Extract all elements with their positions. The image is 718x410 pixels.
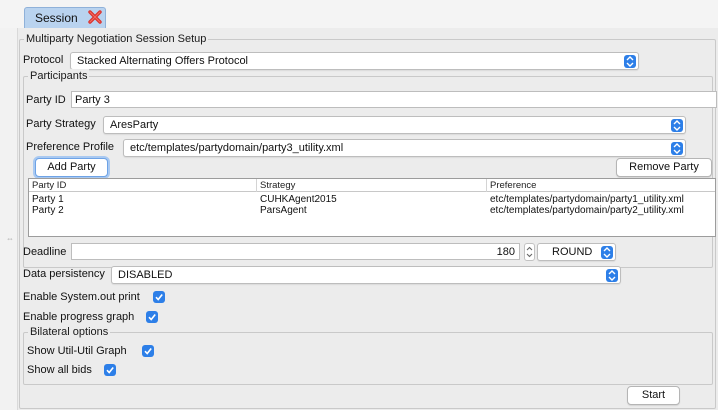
add-party-button[interactable]: Add Party <box>35 158 108 177</box>
protocol-select[interactable]: Stacked Alternating Offers Protocol <box>70 52 639 70</box>
preference-profile-label: Preference Profile <box>26 141 115 153</box>
deadline-input[interactable]: 180 <box>71 243 520 260</box>
system-out-checkbox[interactable] <box>153 291 165 303</box>
party-strategy-label: Party Strategy <box>26 118 96 130</box>
participants-title: Participants <box>28 69 90 83</box>
cell-preference: etc/templates/partydomain/party1_utility… <box>490 194 684 205</box>
party-id-label: Party ID <box>26 94 66 106</box>
checkmark-icon <box>148 314 156 321</box>
column-header-strategy[interactable]: Strategy <box>257 179 487 192</box>
cell-strategy: ParsAgent <box>260 205 307 216</box>
bilateral-options-group: Bilateral options <box>23 325 713 385</box>
party-id-input[interactable]: Party 3 <box>71 91 717 108</box>
table-row[interactable]: Party 1 CUHKAgent2015 etc/templates/part… <box>29 194 715 205</box>
protocol-label: Protocol <box>23 54 64 66</box>
remove-party-button[interactable]: Remove Party <box>616 158 712 177</box>
util-graph-checkbox[interactable] <box>142 345 154 357</box>
bilateral-options-title: Bilateral options <box>28 325 111 339</box>
deadline-unit-value: ROUND <box>552 246 593 258</box>
util-graph-label: Show Util-Util Graph <box>27 345 127 357</box>
cell-preference: etc/templates/partydomain/party2_utility… <box>490 205 684 216</box>
cell-party-id: Party 2 <box>32 205 64 216</box>
table-row[interactable]: Party 2 ParsAgent etc/templates/partydom… <box>29 205 715 216</box>
checkmark-icon <box>144 348 152 355</box>
data-persistency-value: DISABLED <box>118 269 173 281</box>
chevron-updown-icon <box>526 246 533 258</box>
checkmark-icon <box>106 367 114 374</box>
party-strategy-select[interactable]: AresParty <box>103 116 686 134</box>
system-out-label: Enable System.out print <box>23 291 140 303</box>
start-button[interactable]: Start <box>627 386 680 405</box>
data-persistency-select[interactable]: DISABLED <box>111 266 621 284</box>
data-persistency-label: Data persistency <box>23 268 105 280</box>
tab-strip: Session <box>0 0 718 28</box>
chevron-updown-icon <box>601 246 613 259</box>
deadline-spinner[interactable] <box>524 243 535 261</box>
chevron-updown-icon <box>671 119 683 132</box>
parties-table[interactable]: Party ID Strategy Preference Party 1 CUH… <box>28 178 716 237</box>
protocol-value: Stacked Alternating Offers Protocol <box>77 55 248 67</box>
show-all-bids-checkbox[interactable] <box>104 364 116 376</box>
preference-profile-select[interactable]: etc/templates/partydomain/party3_utility… <box>123 139 686 157</box>
tab-session-label: Session <box>35 11 78 25</box>
progress-graph-label: Enable progress graph <box>23 311 135 323</box>
column-header-party-id[interactable]: Party ID <box>29 179 257 192</box>
party-strategy-value: AresParty <box>110 119 159 131</box>
table-header: Party ID Strategy Preference <box>29 179 715 192</box>
tab-session[interactable]: Session <box>24 7 106 28</box>
chevron-updown-icon <box>624 55 636 68</box>
cell-party-id: Party 1 <box>32 194 64 205</box>
show-all-bids-label: Show all bids <box>27 364 92 376</box>
checkmark-icon <box>155 294 163 301</box>
session-panel: Multiparty Negotiation Session Setup Pro… <box>18 28 718 410</box>
column-header-preference[interactable]: Preference <box>487 179 715 192</box>
divider-grip-icon: ⇔ <box>6 234 14 243</box>
deadline-label: Deadline <box>23 246 67 258</box>
close-icon[interactable] <box>88 10 102 24</box>
party-id-value: Party 3 <box>75 94 110 106</box>
session-setup-title: Multiparty Negotiation Session Setup <box>24 32 209 46</box>
chevron-updown-icon <box>606 269 618 282</box>
split-pane-divider[interactable]: ⇔ <box>0 28 18 410</box>
preference-profile-value: etc/templates/partydomain/party3_utility… <box>130 142 344 154</box>
chevron-updown-icon <box>671 142 683 155</box>
deadline-value: 180 <box>496 246 515 258</box>
deadline-unit-select[interactable]: ROUND <box>537 243 616 261</box>
cell-strategy: CUHKAgent2015 <box>260 194 337 205</box>
progress-graph-checkbox[interactable] <box>146 311 158 323</box>
